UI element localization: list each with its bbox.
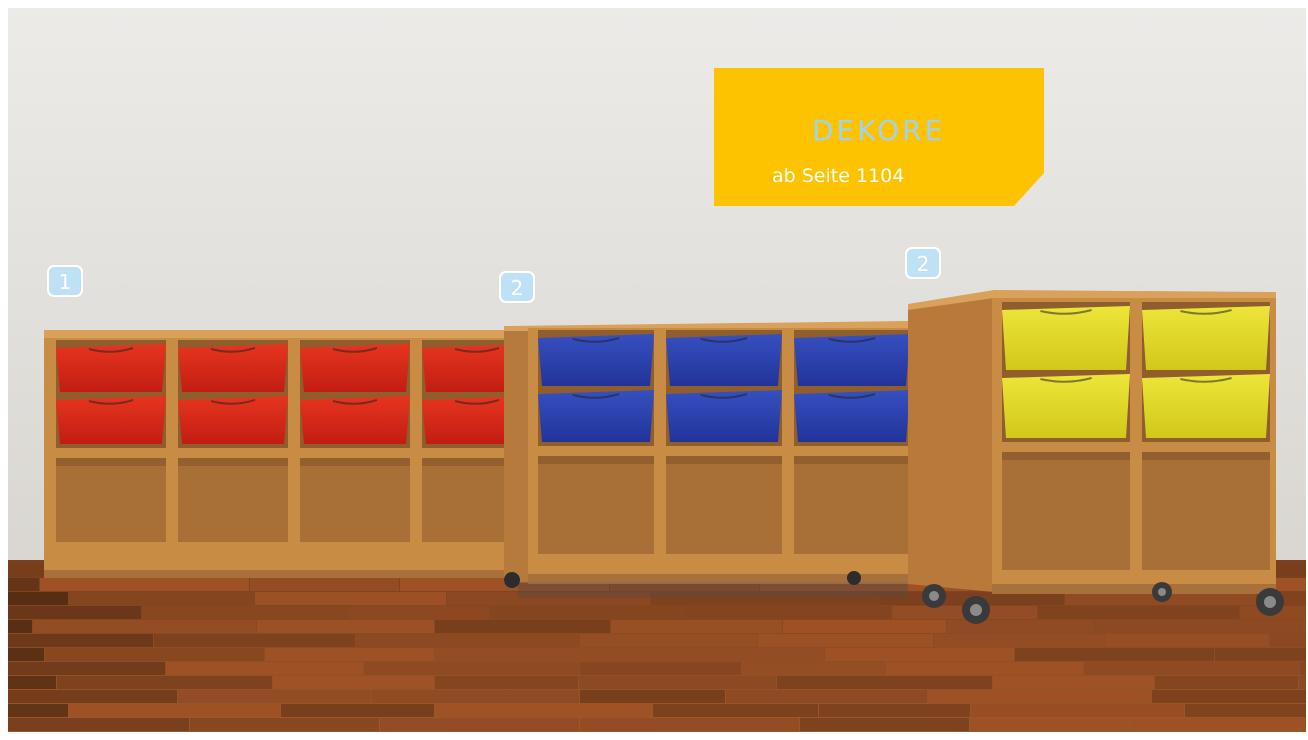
wheel bbox=[504, 572, 520, 588]
badge-1: 1 bbox=[47, 265, 83, 297]
yellow-bin-upper-1 bbox=[1002, 306, 1130, 370]
red-bin-lower-1 bbox=[56, 396, 166, 444]
blue-bin-lower-2 bbox=[666, 390, 782, 442]
cabinet-right-yellow bbox=[908, 290, 1284, 624]
yellow-bin-upper-2 bbox=[1142, 306, 1270, 370]
badge-2-middle: 2 bbox=[499, 271, 535, 303]
yellow-bin-lower-1 bbox=[1002, 374, 1130, 438]
blue-bin-lower-3 bbox=[794, 390, 910, 442]
badge-2-right: 2 bbox=[905, 247, 941, 279]
promo-tile: DEKORE ab Seite 1104 bbox=[714, 68, 1044, 206]
red-bin-lower-2 bbox=[178, 396, 288, 444]
promo-subtitle: ab Seite 1104 bbox=[772, 165, 904, 187]
wheel bbox=[847, 571, 861, 585]
red-bin-lower-3 bbox=[300, 396, 410, 444]
red-bin-upper-3 bbox=[300, 344, 410, 392]
promo-title: DEKORE bbox=[812, 114, 945, 147]
red-bin-upper-2 bbox=[178, 344, 288, 392]
red-bin-upper-1 bbox=[56, 344, 166, 392]
furniture-scene: DEKORE ab Seite 1104 1 2 2 bbox=[8, 8, 1306, 732]
yellow-bin-lower-2 bbox=[1142, 374, 1270, 438]
blue-bin-upper-2 bbox=[666, 334, 782, 386]
cabinet-middle-blue bbox=[504, 321, 910, 598]
badge-2-right-label: 2 bbox=[917, 252, 930, 276]
badge-2-middle-label: 2 bbox=[511, 276, 524, 300]
blue-bin-upper-1 bbox=[538, 334, 654, 386]
blue-bin-lower-1 bbox=[538, 390, 654, 442]
blue-bin-upper-3 bbox=[794, 334, 910, 386]
badge-1-label: 1 bbox=[59, 270, 72, 294]
cabinet-left-red bbox=[44, 330, 532, 578]
